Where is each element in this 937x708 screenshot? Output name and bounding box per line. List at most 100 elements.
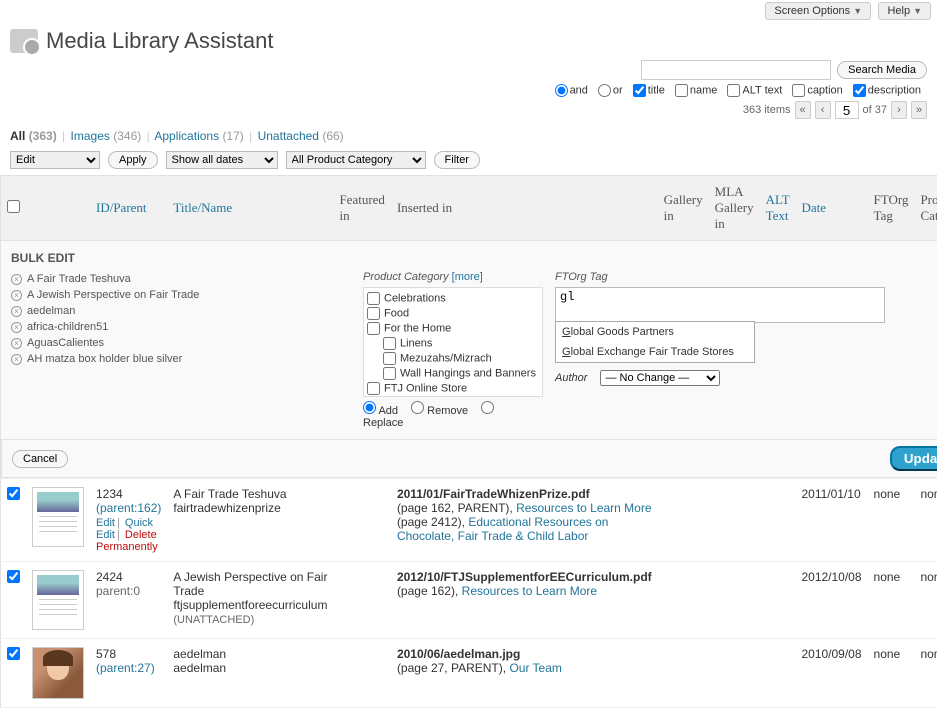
autocomplete-option[interactable]: Global Exchange Fair Trade Stores bbox=[556, 342, 754, 362]
row-title: aedelman bbox=[173, 647, 226, 661]
and-radio[interactable] bbox=[555, 84, 568, 97]
update-button[interactable]: Update bbox=[890, 446, 937, 471]
col-id[interactable]: ID/Parent bbox=[90, 176, 167, 241]
unattached-badge: (UNATTACHED) bbox=[173, 614, 254, 626]
apply-button[interactable]: Apply bbox=[108, 151, 158, 169]
row-prodcat: none bbox=[914, 562, 937, 639]
pager-last[interactable]: » bbox=[911, 101, 927, 119]
name-checkbox[interactable] bbox=[675, 84, 688, 97]
bulk-remove-icon[interactable]: × bbox=[11, 322, 22, 333]
bulk-remove-icon[interactable]: × bbox=[11, 274, 22, 285]
view-applications[interactable]: Applications (17) bbox=[154, 129, 243, 143]
parent-link[interactable]: (parent:27) bbox=[96, 661, 155, 675]
pager-page-input[interactable] bbox=[835, 101, 859, 119]
bulk-item-list: ×A Fair Trade Teshuva ×A Jewish Perspect… bbox=[11, 271, 351, 399]
or-radio-label[interactable]: or bbox=[598, 84, 623, 97]
parent-link[interactable]: (parent:162) bbox=[96, 501, 161, 515]
pager-next[interactable]: › bbox=[891, 101, 907, 119]
bulk-action-select[interactable]: Edit bbox=[10, 151, 100, 169]
pager-first[interactable]: « bbox=[795, 101, 811, 119]
col-featured: Featured in bbox=[333, 176, 390, 241]
category-filter-select[interactable]: All Product Category bbox=[286, 151, 426, 169]
cat-checkbox[interactable] bbox=[367, 382, 380, 395]
inserted-page: (page 162, PARENT), bbox=[397, 501, 513, 515]
view-switcher: All (363) | Images (346) | Applications … bbox=[0, 125, 937, 147]
row-date: 2011/01/10 bbox=[795, 479, 867, 562]
alt-checkbox[interactable] bbox=[727, 84, 740, 97]
col-date[interactable]: Date bbox=[795, 176, 867, 241]
thumbnail-face-icon[interactable] bbox=[32, 647, 84, 699]
ftorg-tag-input[interactable]: gl bbox=[555, 287, 885, 323]
row-id: 1234 bbox=[96, 487, 123, 501]
view-unattached[interactable]: Unattached (66) bbox=[258, 129, 344, 143]
pager-prev[interactable]: ‹ bbox=[815, 101, 831, 119]
row-prodcat: none bbox=[914, 639, 937, 708]
alt-cb-label[interactable]: ALT text bbox=[727, 84, 782, 97]
edit-link[interactable]: Edit bbox=[96, 517, 115, 529]
desc-cb-label[interactable]: description bbox=[853, 84, 921, 97]
search-media-button[interactable]: Search Media bbox=[837, 61, 927, 79]
page-title: Media Library Assistant bbox=[46, 28, 273, 54]
thumbnail-doc-icon[interactable] bbox=[32, 570, 84, 630]
cat-replace-radio[interactable] bbox=[481, 401, 494, 414]
row-checkbox[interactable] bbox=[7, 487, 20, 500]
cancel-button[interactable]: Cancel bbox=[12, 450, 68, 468]
inserted-file: 2011/01/FairTradeWhizenPrize.pdf bbox=[397, 487, 590, 501]
row-name: ftjsupplementforeecurriculum bbox=[173, 598, 327, 612]
inserted-link[interactable]: Our Team bbox=[509, 661, 561, 675]
caption-checkbox[interactable] bbox=[792, 84, 805, 97]
bulk-remove-icon[interactable]: × bbox=[11, 354, 22, 365]
bulk-remove-icon[interactable]: × bbox=[11, 306, 22, 317]
col-ftorg: FTOrg Tag bbox=[868, 176, 915, 241]
cat-add-radio[interactable] bbox=[363, 401, 376, 414]
cat-more-link[interactable]: [more] bbox=[452, 271, 483, 283]
search-input[interactable] bbox=[641, 60, 831, 80]
inserted-file: 2010/06/aedelman.jpg bbox=[397, 647, 520, 661]
cat-checkbox[interactable] bbox=[367, 292, 380, 305]
row-checkbox[interactable] bbox=[7, 570, 20, 583]
row-checkbox[interactable] bbox=[7, 647, 20, 660]
select-all-checkbox[interactable] bbox=[7, 200, 20, 213]
media-library-icon bbox=[10, 29, 38, 53]
col-mla: MLA Gallery in bbox=[709, 176, 760, 241]
or-radio[interactable] bbox=[598, 84, 611, 97]
col-gallery: Gallery in bbox=[658, 176, 709, 241]
col-title[interactable]: Title/Name bbox=[167, 176, 333, 241]
screen-options-tab[interactable]: Screen Options▼ bbox=[765, 2, 871, 20]
caption-cb-label[interactable]: caption bbox=[792, 84, 842, 97]
row-title: A Jewish Perspective on Fair Trade bbox=[173, 570, 327, 598]
category-tree[interactable]: Celebrations Food For the Home Linens Me… bbox=[363, 287, 543, 397]
cat-checkbox[interactable] bbox=[383, 337, 396, 350]
bulk-remove-icon[interactable]: × bbox=[11, 290, 22, 301]
thumbnail-doc-icon[interactable] bbox=[32, 487, 84, 547]
inserted-page: (page 2412), bbox=[397, 515, 465, 529]
date-filter-select[interactable]: Show all dates bbox=[166, 151, 278, 169]
name-cb-label[interactable]: name bbox=[675, 84, 718, 97]
col-inserted: Inserted in bbox=[391, 176, 658, 241]
inserted-link[interactable]: Resources to Learn More bbox=[462, 584, 597, 598]
cat-checkbox[interactable] bbox=[367, 307, 380, 320]
description-checkbox[interactable] bbox=[853, 84, 866, 97]
row-name: aedelman bbox=[173, 661, 226, 675]
and-radio-label[interactable]: and bbox=[555, 84, 588, 97]
help-tab[interactable]: Help▼ bbox=[878, 2, 931, 20]
title-checkbox[interactable] bbox=[633, 84, 646, 97]
parent-text: parent:0 bbox=[96, 584, 140, 598]
col-prodcat: Product Category bbox=[914, 176, 937, 241]
cat-checkbox[interactable] bbox=[383, 352, 396, 365]
title-cb-label[interactable]: title bbox=[633, 84, 665, 97]
autocomplete-option[interactable]: Global Goods Partners bbox=[556, 322, 754, 342]
filter-button[interactable]: Filter bbox=[434, 151, 480, 169]
cat-checkbox[interactable] bbox=[383, 367, 396, 380]
row-ftorg: none bbox=[868, 562, 915, 639]
inserted-link[interactable]: Resources to Learn More bbox=[516, 501, 651, 515]
view-all[interactable]: All (363) bbox=[10, 129, 57, 143]
inserted-page: (page 162), bbox=[397, 584, 458, 598]
author-select[interactable]: — No Change — bbox=[600, 370, 720, 386]
cat-remove-radio[interactable] bbox=[411, 401, 424, 414]
view-images[interactable]: Images (346) bbox=[71, 129, 142, 143]
cat-checkbox[interactable] bbox=[367, 322, 380, 335]
col-alt[interactable]: ALT Text bbox=[760, 176, 796, 241]
pager-of-pages: of 37 bbox=[863, 104, 887, 116]
bulk-remove-icon[interactable]: × bbox=[11, 338, 22, 349]
